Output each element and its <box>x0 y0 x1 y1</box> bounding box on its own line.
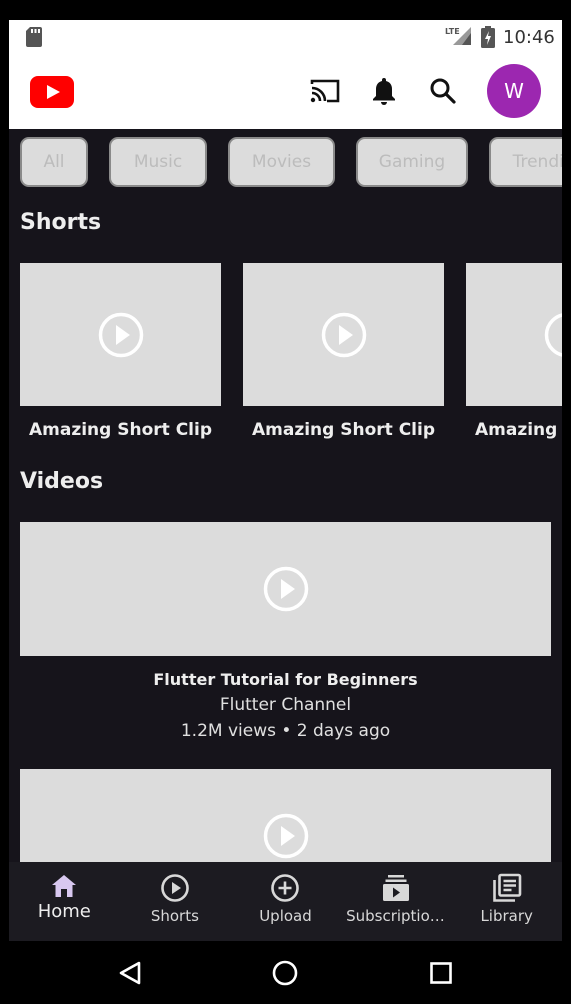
app-bar: W <box>9 56 562 129</box>
notifications-bell-icon[interactable] <box>371 76 397 110</box>
chip-all[interactable]: All <box>20 137 88 187</box>
nav-label: Library <box>480 907 533 925</box>
youtube-logo-icon[interactable] <box>30 76 74 112</box>
play-circle-icon <box>161 874 189 902</box>
play-circle-icon <box>263 566 308 612</box>
videos-section-title: Videos <box>20 469 104 494</box>
app-screen: LTE 10:46 W All Music Movies Gaming Tren… <box>9 20 562 941</box>
video-channel: Flutter Channel <box>219 695 352 715</box>
nav-label: Home <box>37 901 91 922</box>
chip-label: Music <box>133 152 183 172</box>
short-card[interactable]: Amazing Short Clip <box>243 263 444 440</box>
nav-label: Shorts <box>150 907 199 925</box>
chip-label: Trending <box>512 152 562 172</box>
video-thumbnail[interactable] <box>20 522 551 656</box>
shorts-section-title: Shorts <box>20 210 102 235</box>
chip-movies[interactable]: Movies <box>228 137 335 187</box>
subscriptions-icon <box>383 875 410 901</box>
nav-item-shorts[interactable]: Shorts <box>120 862 231 941</box>
short-thumbnail[interactable] <box>466 263 562 406</box>
avatar[interactable]: W <box>487 64 541 118</box>
home-icon <box>52 875 77 897</box>
nav-label: Subscriptions <box>346 907 447 925</box>
video-thumbnail[interactable] <box>20 769 551 862</box>
main-content[interactable]: All Music Movies Gaming Trending Shorts … <box>9 129 562 862</box>
avatar-letter: W <box>504 79 524 103</box>
add-circle-icon <box>271 874 300 902</box>
chip-trending[interactable]: Trending <box>489 137 562 187</box>
chip-label: Movies <box>251 152 312 172</box>
category-chips: All Music Movies Gaming Trending <box>20 137 562 187</box>
short-thumbnail[interactable] <box>243 263 444 406</box>
nav-item-home[interactable]: Home <box>9 862 120 941</box>
search-icon[interactable] <box>429 77 457 109</box>
nav-item-upload[interactable]: Upload <box>230 862 341 941</box>
chip-label: All <box>43 152 65 172</box>
nav-label: Upload <box>259 907 312 925</box>
sd-card-icon <box>26 27 42 51</box>
short-card[interactable]: Amazing Short Clip <box>20 263 221 440</box>
battery-icon <box>481 26 495 52</box>
shorts-row[interactable]: Amazing Short Clip Amazing Short Clip Am… <box>20 263 562 440</box>
short-card[interactable]: Amazing Short Clip <box>466 263 562 440</box>
library-icon <box>492 873 521 902</box>
play-circle-icon <box>263 813 308 859</box>
back-icon[interactable] <box>119 961 141 989</box>
status-bar: LTE 10:46 <box>9 20 562 56</box>
cast-icon[interactable] <box>309 78 341 108</box>
video-card[interactable] <box>20 769 551 862</box>
nav-item-library[interactable]: Library <box>451 862 562 941</box>
bottom-navigation: Home Shorts Upload Subscriptions Library <box>9 862 562 941</box>
home-circle-icon[interactable] <box>272 960 298 990</box>
status-time: 10:46 <box>503 27 555 48</box>
short-title: Amazing Short Clip <box>28 420 212 440</box>
nav-item-subscriptions[interactable]: Subscriptions <box>341 862 452 941</box>
play-circle-icon <box>544 312 562 357</box>
system-navigation-bar <box>0 941 571 1004</box>
video-meta: 1.2M views • 2 days ago <box>180 721 391 741</box>
short-title: Amazing Short Clip <box>251 420 435 440</box>
video-title: Flutter Tutorial for Beginners <box>153 670 418 689</box>
chip-label: Gaming <box>378 152 446 172</box>
play-circle-icon <box>321 312 366 357</box>
chip-gaming[interactable]: Gaming <box>356 137 468 187</box>
network-type-text: LTE <box>445 27 460 36</box>
recents-icon[interactable] <box>430 962 452 988</box>
signal-icon: LTE <box>445 27 473 51</box>
device-frame: LTE 10:46 W All Music Movies Gaming Tren… <box>0 0 571 1004</box>
play-circle-icon <box>98 312 143 357</box>
video-card[interactable]: Flutter Tutorial for Beginners Flutter C… <box>20 522 551 741</box>
short-thumbnail[interactable] <box>20 263 221 406</box>
short-title: Amazing Short Clip <box>474 420 562 440</box>
chip-music[interactable]: Music <box>109 137 207 187</box>
